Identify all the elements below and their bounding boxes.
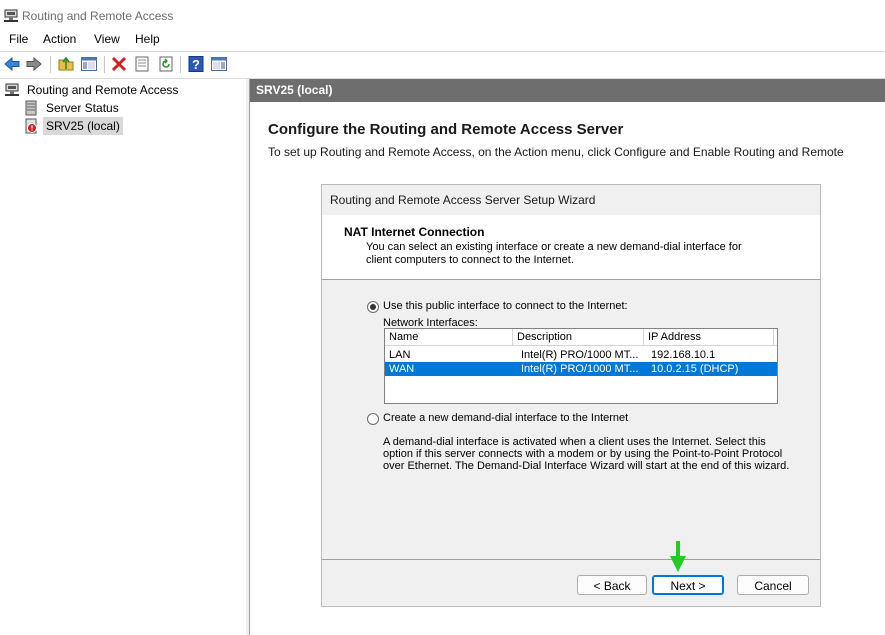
wizard-body: Use this public interface to connect to … bbox=[322, 280, 820, 559]
refresh-icon[interactable] bbox=[157, 55, 175, 73]
properties-icon[interactable] bbox=[133, 55, 151, 73]
show-hide-tree-icon[interactable] bbox=[80, 55, 98, 73]
wizard-page-description: You can select an existing interface or … bbox=[366, 241, 742, 266]
wizard-footer-divider bbox=[322, 559, 820, 560]
menu-action[interactable]: Action bbox=[43, 32, 76, 46]
configure-heading: Configure the Routing and Remote Access … bbox=[268, 121, 624, 138]
wizard-header: NAT Internet Connection You can select a… bbox=[322, 215, 820, 280]
row-name: LAN bbox=[389, 349, 411, 361]
column-header-ip[interactable]: IP Address bbox=[644, 329, 774, 345]
svg-text:?: ? bbox=[192, 57, 200, 72]
row-name: WAN bbox=[389, 363, 415, 375]
next-button[interactable]: Next > bbox=[652, 575, 724, 595]
tree-item-server-status[interactable]: Server Status bbox=[23, 99, 223, 117]
demand-dial-radio[interactable] bbox=[367, 413, 379, 425]
window-title: Routing and Remote Access bbox=[22, 9, 174, 23]
tree-item-srv25[interactable]: SRV25 (local) bbox=[23, 117, 223, 135]
help-icon[interactable]: ? bbox=[187, 55, 205, 73]
up-folder-icon[interactable] bbox=[57, 55, 75, 73]
annotation-arrow-icon bbox=[670, 541, 686, 572]
setup-wizard-dialog: Routing and Remote Access Server Setup W… bbox=[321, 184, 821, 607]
toolbar: ? bbox=[0, 51, 885, 79]
table-row-wan[interactable]: WAN Intel(R) PRO/1000 MT... 10.0.2.15 (D… bbox=[385, 362, 777, 376]
tree-root-routing[interactable]: Routing and Remote Access bbox=[4, 81, 234, 99]
table-row-lan[interactable]: LAN Intel(R) PRO/1000 MT... 192.168.10.1 bbox=[385, 348, 777, 362]
tree-item-label: SRV25 (local) bbox=[43, 117, 123, 135]
console-tree: Routing and Remote Access Server Status … bbox=[0, 79, 247, 635]
column-header-name[interactable]: Name bbox=[385, 329, 513, 345]
demand-dial-description: A demand-dial interface is activated whe… bbox=[383, 436, 790, 472]
list-header: Name Description IP Address bbox=[385, 329, 777, 346]
back-icon[interactable] bbox=[3, 55, 21, 73]
network-interfaces-list[interactable]: Name Description IP Address LAN Intel(R)… bbox=[384, 328, 778, 404]
configure-instructions: To set up Routing and Remote Access, on … bbox=[268, 145, 844, 159]
menu-view[interactable]: View bbox=[94, 32, 120, 46]
delete-icon[interactable] bbox=[110, 55, 128, 73]
forward-icon[interactable] bbox=[25, 55, 43, 73]
row-description: Intel(R) PRO/1000 MT... bbox=[521, 349, 639, 361]
title-bar: Routing and Remote Access bbox=[0, 0, 885, 31]
toolbar-separator bbox=[104, 56, 105, 73]
row-ip: 10.0.2.15 (DHCP) bbox=[651, 363, 739, 375]
menu-help[interactable]: Help bbox=[135, 32, 160, 46]
cancel-button[interactable]: Cancel bbox=[737, 575, 809, 595]
routing-server-icon bbox=[5, 83, 19, 96]
column-header-description[interactable]: Description bbox=[513, 329, 644, 345]
tree-root-label: Routing and Remote Access bbox=[27, 83, 179, 97]
wizard-title: Routing and Remote Access Server Setup W… bbox=[322, 185, 820, 215]
tree-item-label: Server Status bbox=[46, 101, 119, 115]
menu-file[interactable]: File bbox=[9, 32, 28, 46]
routing-app-icon bbox=[4, 9, 18, 22]
menu-bar: File Action View Help bbox=[0, 31, 885, 50]
back-button[interactable]: < Back bbox=[577, 575, 647, 595]
details-header-label: SRV25 (local) bbox=[256, 83, 333, 97]
public-interface-radio[interactable] bbox=[367, 301, 379, 313]
show-hide-action-pane-icon[interactable] bbox=[210, 55, 228, 73]
public-interface-label[interactable]: Use this public interface to connect to … bbox=[383, 300, 628, 312]
toolbar-separator bbox=[50, 56, 51, 73]
toolbar-separator bbox=[180, 56, 181, 73]
row-ip: 192.168.10.1 bbox=[651, 349, 716, 361]
details-header: SRV25 (local) bbox=[250, 79, 885, 102]
server-stopped-icon bbox=[25, 118, 37, 134]
row-description: Intel(R) PRO/1000 MT... bbox=[521, 363, 639, 375]
demand-dial-label[interactable]: Create a new demand-dial interface to th… bbox=[383, 412, 628, 424]
server-status-icon bbox=[25, 100, 37, 116]
wizard-page-heading: NAT Internet Connection bbox=[344, 225, 485, 239]
